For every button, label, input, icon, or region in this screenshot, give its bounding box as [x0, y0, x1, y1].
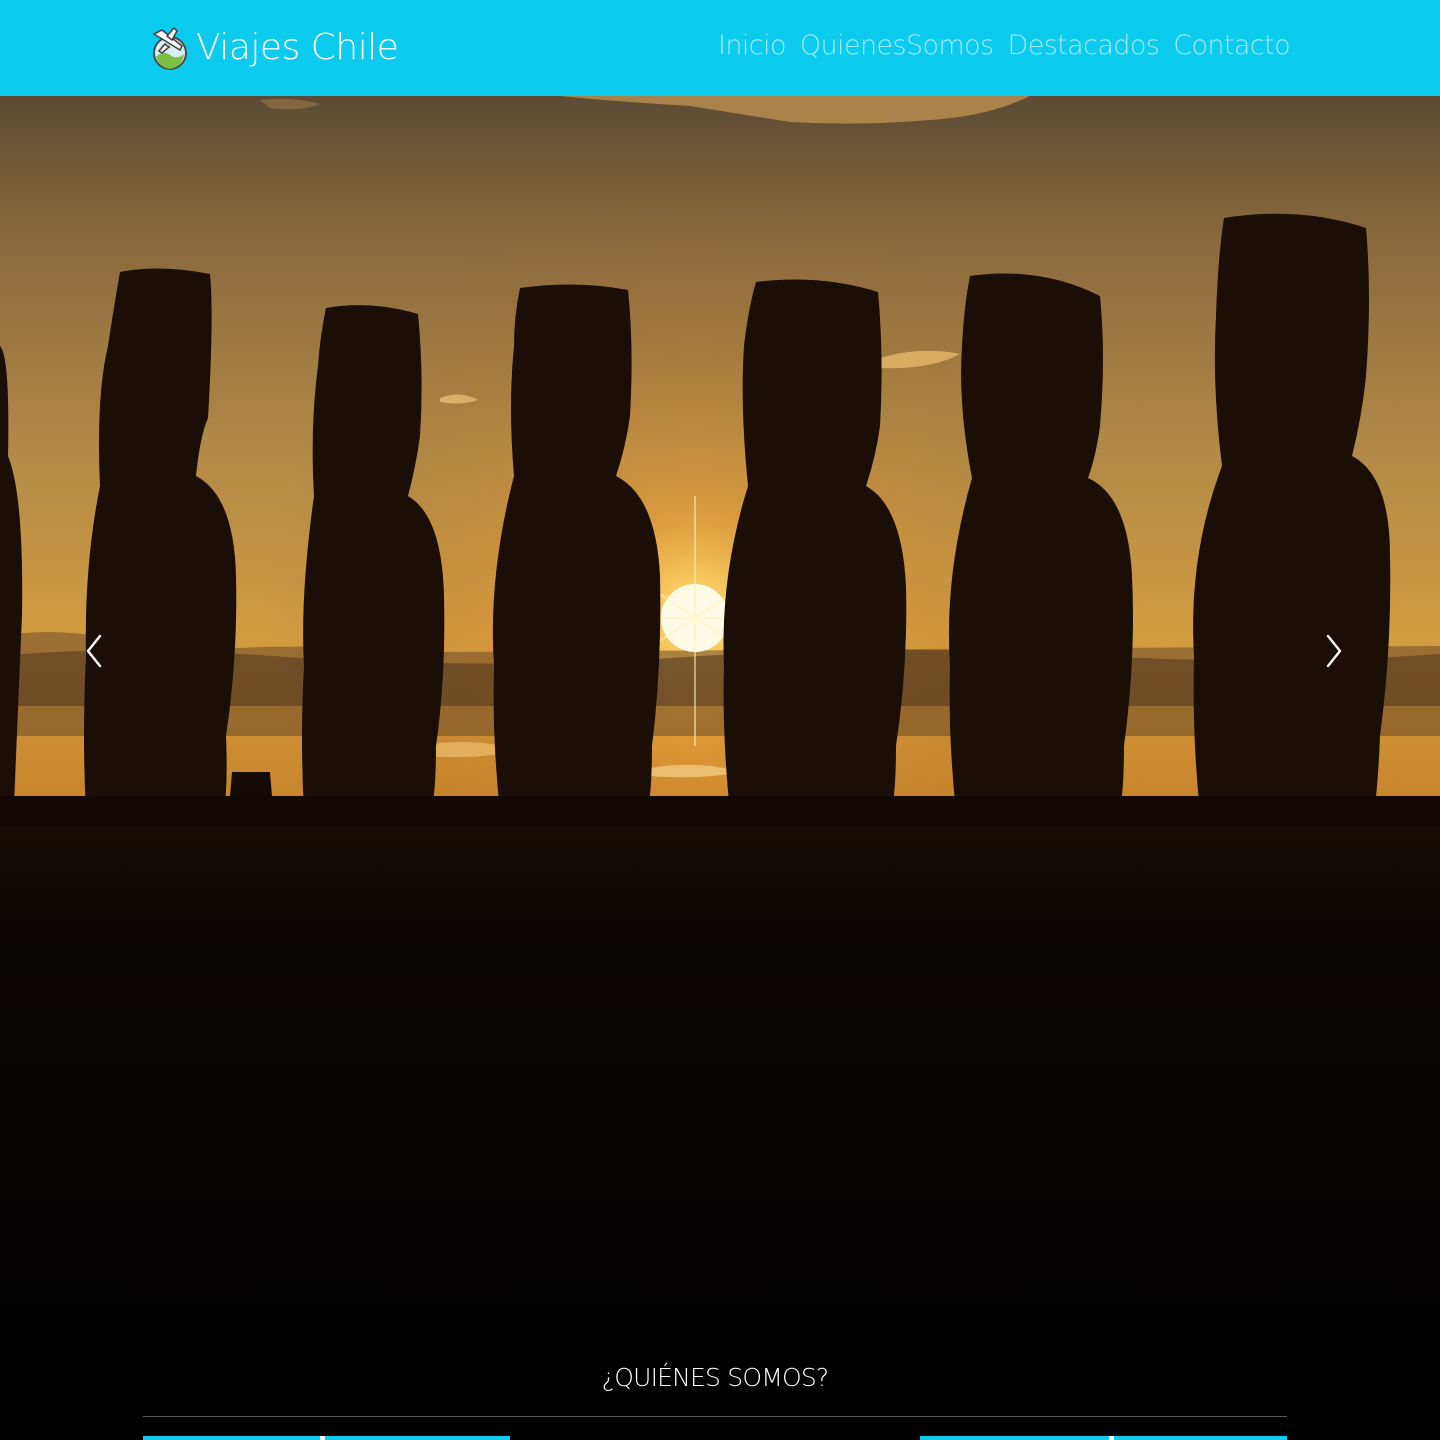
brand-name: Viajes Chile [196, 27, 399, 68]
card-marker-left [320, 1436, 325, 1440]
navbar: Viajes Chile Inicio QuienesSomos Destaca… [0, 0, 1440, 96]
globe-airplane-icon [152, 26, 187, 70]
about-section: ¿QUIÉNES SOMOS? [0, 1306, 1440, 1440]
brand-link[interactable]: Viajes Chile [150, 20, 399, 76]
chevron-left-icon [86, 634, 102, 668]
nav-link-destacados[interactable]: Destacados [1008, 30, 1160, 61]
nav-link-inicio[interactable]: Inicio [718, 30, 786, 61]
moai-statues-sunset-photo [0, 96, 1440, 1306]
nav-link-contacto[interactable]: Contacto [1173, 30, 1290, 61]
card-marker-right [1109, 1436, 1114, 1440]
section-divider [143, 1416, 1287, 1417]
card-accent-right [920, 1436, 1287, 1440]
carousel-prev-button[interactable] [74, 621, 114, 681]
hero-carousel [0, 96, 1440, 1306]
section-title: ¿QUIÉNES SOMOS? [601, 1363, 830, 1392]
card-accent-left [143, 1436, 510, 1440]
nav-link-quienes-somos[interactable]: QuienesSomos [800, 30, 994, 61]
carousel-next-button[interactable] [1314, 621, 1354, 681]
nav-menu: Inicio QuienesSomos Destacados Contacto [718, 22, 1291, 68]
chevron-right-icon [1326, 634, 1342, 668]
